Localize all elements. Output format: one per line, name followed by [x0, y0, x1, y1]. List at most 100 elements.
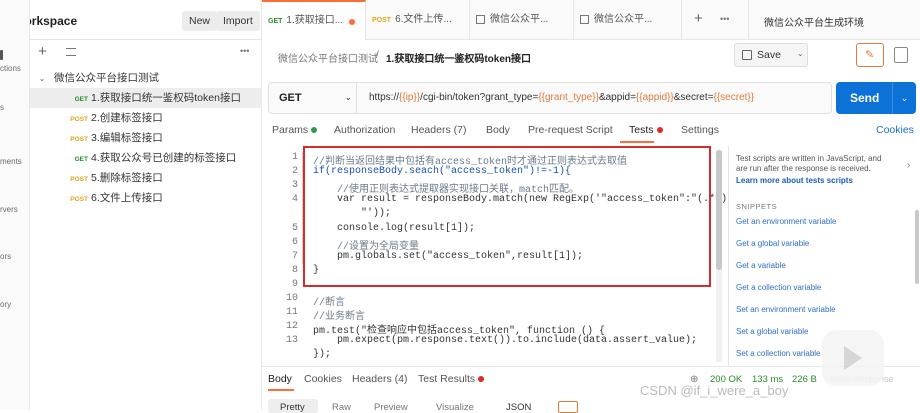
snippet-item[interactable]: Set a global variable — [736, 327, 809, 336]
documentation-icon[interactable] — [894, 47, 908, 63]
tab-headers[interactable]: Headers (7) — [411, 124, 466, 136]
tab-settings[interactable]: Settings — [681, 124, 719, 136]
divider — [748, 0, 749, 40]
snippet-item[interactable]: Get a collection variable — [736, 283, 821, 292]
breadcrumb-separator: / — [376, 50, 379, 61]
left-rail: ctions s ments rvers ors ory — [0, 0, 30, 410]
snippets-intro-2: are run after the response is received. — [736, 164, 871, 173]
tab-pre-request-script-label: Pre-request Script — [528, 124, 613, 136]
add-collection-icon[interactable]: + — [38, 43, 47, 60]
import-button[interactable]: Import — [216, 11, 260, 31]
snippet-item[interactable]: Set an environment variable — [736, 305, 836, 314]
tab-request-4[interactable]: 微信公众平... — [574, 0, 682, 40]
request-name: 5.删除标签接口 — [91, 172, 163, 184]
rail-apis[interactable]: s — [0, 103, 30, 112]
environment-select[interactable]: 微信公众平台生成环境 — [764, 14, 864, 29]
tab-authorization[interactable]: Authorization — [334, 124, 395, 136]
url-bar[interactable]: GET ⌄ https://{{ip}}/cgi-bin/token?grant_… — [268, 82, 832, 114]
format-raw[interactable]: Raw — [332, 402, 351, 413]
rail-environments[interactable]: ments — [0, 157, 30, 166]
active-tab-underline — [268, 389, 294, 391]
collection-name: 微信公众平台接口测试 — [54, 72, 159, 84]
line-number: 6 — [291, 236, 298, 248]
snippet-item[interactable]: Set a collection variable — [736, 349, 821, 358]
url-part: {{appid}} — [635, 92, 674, 103]
rail-monitors[interactable]: ors — [0, 252, 30, 261]
url-input[interactable]: https://{{ip}}/cgi-bin/token?grant_type=… — [369, 83, 754, 113]
collection-item[interactable]: ⌄ 微信公众平台接口测试 — [30, 68, 262, 88]
request-method: GET — [74, 156, 88, 163]
snippets-scrollbar[interactable] — [915, 210, 919, 284]
new-tab-icon[interactable]: + — [694, 10, 703, 27]
tab-title: 微信公众平... — [594, 14, 653, 25]
request-item[interactable]: POST 6.文件上传接口 — [30, 188, 262, 208]
tab-tests[interactable]: Tests — [629, 124, 663, 136]
format-label: Pretty — [280, 402, 305, 413]
response-tab-test-results[interactable]: Test Results — [418, 373, 485, 385]
tab-title: 微信公众平... — [490, 14, 549, 25]
url-part: &secret= — [673, 92, 714, 103]
format-visualize[interactable]: Visualize — [436, 402, 474, 413]
chevron-right-icon[interactable]: › — [907, 160, 910, 171]
request-name: 6.文件上传接口 — [91, 192, 163, 204]
response-tab-headers[interactable]: Headers (4) — [352, 373, 407, 385]
new-button[interactable]: New — [182, 11, 218, 31]
scrollbar-thumb[interactable] — [716, 150, 722, 270]
line-number: 8 — [291, 264, 298, 276]
save-button[interactable]: Save ⌄ — [734, 43, 808, 67]
format-select[interactable]: JSON — [506, 402, 531, 413]
example-icon — [580, 14, 589, 24]
request-item[interactable]: POST 3.编辑标签接口 — [30, 128, 262, 148]
tab-pre-request-script[interactable]: Pre-request Script — [528, 124, 613, 136]
more-options-icon[interactable]: ••• — [240, 46, 249, 56]
format-pretty[interactable]: Pretty — [268, 399, 318, 413]
line-number: 12 — [285, 321, 298, 333]
request-item[interactable]: GET 4.获取公众号已创建的标签接口 — [30, 148, 262, 168]
response-tab-cookies[interactable]: Cookies — [304, 373, 342, 385]
rail-collections[interactable]: ctions — [0, 64, 30, 73]
method-label: GET — [279, 92, 302, 104]
rail-active-indicator — [0, 50, 3, 60]
response-tab-body[interactable]: Body — [268, 373, 292, 385]
line-number: 5 — [291, 222, 298, 234]
snippet-item[interactable]: Get a global variable — [736, 239, 809, 248]
edit-button[interactable]: ✎ — [856, 43, 884, 67]
breadcrumb-parent[interactable]: 微信公众平台接口测试 — [278, 50, 378, 65]
request-item[interactable]: POST 2.创建标签接口 — [30, 108, 262, 128]
rail-history[interactable]: ory — [0, 300, 30, 309]
snippet-item[interactable]: Get an environment variable — [736, 217, 837, 226]
tab-request-3[interactable]: 微信公众平... — [470, 0, 574, 40]
tab-tests-label: Tests — [629, 124, 654, 136]
response-size: 226 B — [792, 374, 817, 385]
line-number: 2 — [291, 166, 298, 178]
request-method: POST — [70, 196, 88, 203]
request-tabs-bar: GET 1.获取接口... POST 6.文件上传... 微信公众平... 微信公众… — [262, 0, 920, 40]
code-line[interactable]: }); — [313, 349, 331, 360]
filter-icon[interactable] — [66, 48, 76, 56]
tab-params[interactable]: Params — [272, 124, 318, 136]
request-item[interactable]: GET 1.获取接口统一鉴权码token接口 — [30, 88, 262, 108]
request-name: 1.获取接口统一鉴权码token接口 — [91, 92, 241, 104]
save-label: Save — [757, 49, 781, 61]
tab-authorization-label: Authorization — [334, 124, 396, 136]
snippet-item[interactable]: Get a variable — [736, 261, 786, 270]
send-button[interactable]: Send ⌄ — [836, 82, 916, 114]
wrap-lines-icon[interactable] — [558, 401, 578, 413]
tab-request-1[interactable]: GET 1.获取接口... — [262, 0, 366, 40]
line-number: 3 — [291, 180, 298, 192]
url-part: {{ip}} — [399, 92, 421, 103]
video-play-overlay[interactable] — [822, 330, 884, 386]
tabs-more-icon[interactable]: ••• — [720, 14, 729, 24]
url-part: https:// — [369, 92, 400, 103]
learn-more-link[interactable]: Learn more about tests scripts — [736, 176, 853, 185]
code-line[interactable]: pm.expect(pm.response.text()).to.include… — [313, 335, 697, 346]
cookies-link[interactable]: Cookies — [876, 124, 914, 136]
rail-mock-servers[interactable]: rvers — [0, 205, 30, 214]
request-item[interactable]: POST 5.删除标签接口 — [30, 168, 262, 188]
breadcrumb: 微信公众平台接口测试 / 1.获取接口统一鉴权码token接口 Save ⌄ ✎ — [262, 40, 920, 72]
method-select[interactable]: GET ⌄ — [269, 83, 357, 113]
format-preview[interactable]: Preview — [374, 402, 408, 413]
tab-request-2[interactable]: POST 6.文件上传... — [366, 0, 470, 40]
tab-body[interactable]: Body — [486, 124, 510, 136]
chevron-down-icon[interactable]: ⌄ — [892, 82, 916, 114]
